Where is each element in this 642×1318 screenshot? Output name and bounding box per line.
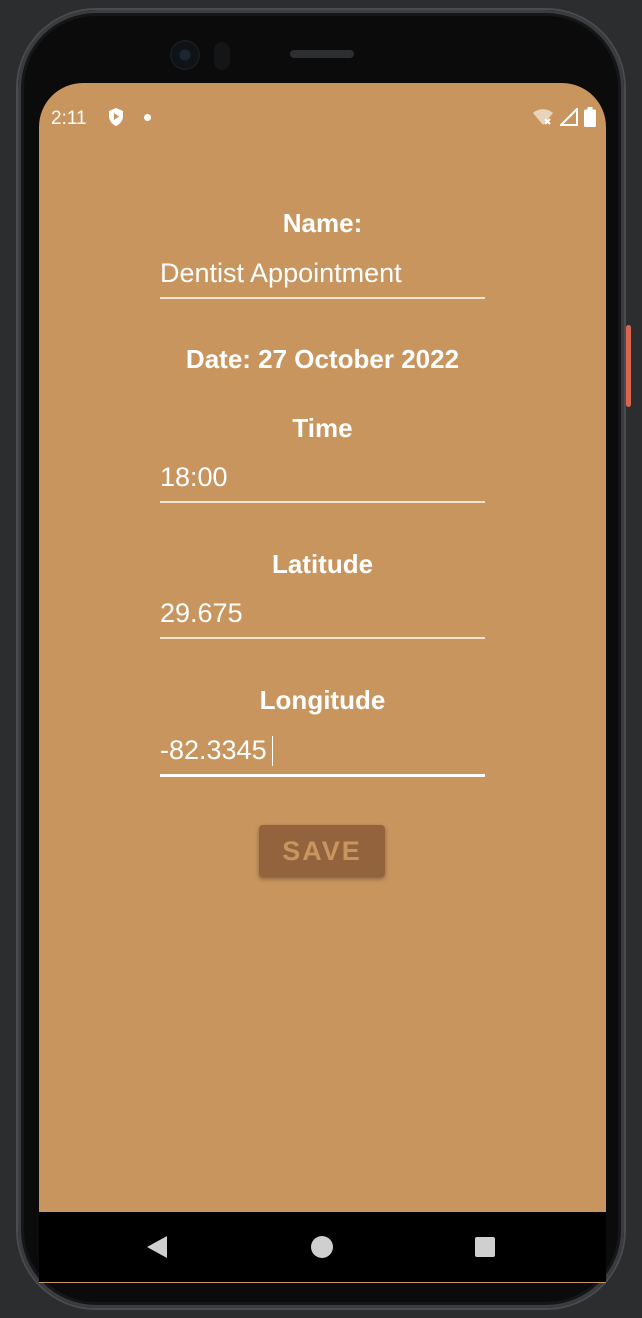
battery-icon xyxy=(584,107,596,133)
longitude-field-container xyxy=(160,730,485,777)
name-field-container xyxy=(160,253,485,299)
power-button xyxy=(626,325,631,407)
latitude-label: Latitude xyxy=(271,549,374,579)
home-icon[interactable] xyxy=(311,1236,333,1258)
name-label: Name: xyxy=(282,208,363,238)
back-icon[interactable] xyxy=(146,1235,168,1264)
status-bar: 2:11 xyxy=(39,83,606,155)
shield-icon xyxy=(107,107,125,133)
time-field-container xyxy=(160,457,485,503)
date-label[interactable]: Date: 27 October 2022 xyxy=(39,344,606,375)
longitude-field[interactable] xyxy=(160,730,485,770)
signal-icon xyxy=(558,106,578,132)
time-field[interactable] xyxy=(160,457,485,497)
sensor-icon xyxy=(214,42,230,70)
earpiece-speaker xyxy=(290,50,354,58)
status-icons xyxy=(532,106,596,133)
name-field[interactable] xyxy=(160,253,485,293)
wifi-icon xyxy=(532,108,554,132)
recents-icon[interactable] xyxy=(475,1237,495,1257)
time-label: Time xyxy=(292,413,353,443)
save-button[interactable]: SAVE xyxy=(259,825,385,877)
latitude-field[interactable] xyxy=(160,593,485,633)
status-time: 2:11 xyxy=(51,108,87,129)
camera-icon xyxy=(170,40,200,70)
app-screen: 2:11 Name: Dentist Appointment Date: 27 … xyxy=(39,83,606,1283)
navigation-bar xyxy=(39,1212,606,1282)
latitude-field-container xyxy=(160,593,485,639)
longitude-label: Longitude xyxy=(259,685,386,715)
text-caret xyxy=(272,736,273,766)
notification-dot-icon xyxy=(144,114,151,121)
